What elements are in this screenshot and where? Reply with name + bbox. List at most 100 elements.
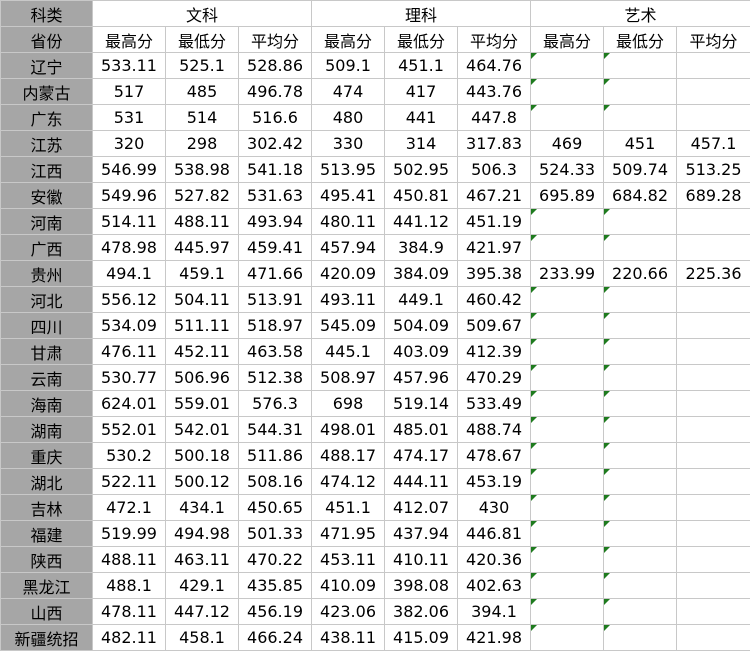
wen-max-cell[interactable]: 530.2: [92, 442, 166, 469]
wen-avg-cell[interactable]: 466.24: [237, 624, 313, 651]
yi-min-cell[interactable]: [603, 52, 678, 79]
li-avg-cell[interactable]: 509.67: [457, 312, 532, 339]
yi-max-cell[interactable]: [530, 338, 605, 365]
wen-avg-cell[interactable]: 511.86: [237, 442, 313, 469]
wen-min-cell[interactable]: 458.1: [165, 624, 239, 651]
yi-max-cell[interactable]: [530, 546, 605, 573]
wen-min-cell[interactable]: 434.1: [165, 494, 239, 521]
wen-max-cell[interactable]: 624.01: [92, 390, 166, 417]
li-max-cell[interactable]: 457.94: [311, 234, 386, 261]
yi-avg-cell[interactable]: [676, 442, 750, 469]
li-min-cell[interactable]: 504.09: [384, 312, 459, 339]
wen-max-cell[interactable]: 556.12: [92, 286, 166, 313]
subheader-min[interactable]: 最低分: [165, 26, 239, 53]
li-avg-cell[interactable]: 464.76: [457, 52, 532, 79]
yi-avg-cell[interactable]: [676, 572, 750, 599]
province-cell[interactable]: 吉林: [0, 494, 93, 521]
wen-avg-cell[interactable]: 496.78: [237, 78, 313, 105]
wen-max-cell[interactable]: 552.01: [92, 416, 166, 443]
wen-min-cell[interactable]: 429.1: [165, 572, 239, 599]
yi-avg-cell[interactable]: [676, 520, 750, 547]
yi-min-cell[interactable]: [603, 416, 678, 443]
yi-avg-cell[interactable]: [676, 78, 750, 105]
yi-max-cell[interactable]: [530, 624, 605, 651]
province-cell[interactable]: 山西: [0, 598, 93, 625]
province-label[interactable]: 省份: [0, 26, 93, 53]
li-min-cell[interactable]: 437.94: [384, 520, 459, 547]
province-cell[interactable]: 江苏: [0, 130, 93, 157]
li-max-cell[interactable]: 438.11: [311, 624, 386, 651]
yi-min-cell[interactable]: 220.66: [603, 260, 678, 287]
li-avg-cell[interactable]: 402.63: [457, 572, 532, 599]
wen-avg-cell[interactable]: 302.42: [237, 130, 313, 157]
wen-max-cell[interactable]: 531: [92, 104, 166, 131]
yi-max-cell[interactable]: [530, 390, 605, 417]
group-header-wen[interactable]: 文科: [91, 0, 313, 27]
li-avg-cell[interactable]: 533.49: [457, 390, 532, 417]
yi-avg-cell[interactable]: [676, 234, 750, 261]
li-min-cell[interactable]: 403.09: [384, 338, 459, 365]
li-avg-cell[interactable]: 412.39: [457, 338, 532, 365]
yi-max-cell[interactable]: [530, 572, 605, 599]
yi-max-cell[interactable]: [530, 312, 605, 339]
wen-min-cell[interactable]: 445.97: [165, 234, 239, 261]
li-avg-cell[interactable]: 446.81: [457, 520, 532, 547]
yi-max-cell[interactable]: [530, 78, 605, 105]
wen-min-cell[interactable]: 298: [165, 130, 239, 157]
wen-min-cell[interactable]: 500.12: [165, 468, 239, 495]
li-min-cell[interactable]: 474.17: [384, 442, 459, 469]
province-cell[interactable]: 广东: [0, 104, 93, 131]
wen-max-cell[interactable]: 534.09: [92, 312, 166, 339]
wen-avg-cell[interactable]: 508.16: [237, 468, 313, 495]
li-max-cell[interactable]: 493.11: [311, 286, 386, 313]
yi-max-cell[interactable]: [530, 52, 605, 79]
li-min-cell[interactable]: 444.11: [384, 468, 459, 495]
yi-avg-cell[interactable]: [676, 312, 750, 339]
wen-avg-cell[interactable]: 528.86: [237, 52, 313, 79]
yi-avg-cell[interactable]: 689.28: [676, 182, 750, 209]
province-cell[interactable]: 甘肃: [0, 338, 93, 365]
li-max-cell[interactable]: 498.01: [311, 416, 386, 443]
li-max-cell[interactable]: 480: [311, 104, 386, 131]
li-avg-cell[interactable]: 506.3: [457, 156, 532, 183]
province-cell[interactable]: 广西: [0, 234, 93, 261]
li-avg-cell[interactable]: 467.21: [457, 182, 532, 209]
yi-min-cell[interactable]: 451: [603, 130, 678, 157]
li-min-cell[interactable]: 382.06: [384, 598, 459, 625]
yi-max-cell[interactable]: [530, 286, 605, 313]
li-min-cell[interactable]: 384.9: [384, 234, 459, 261]
li-avg-cell[interactable]: 451.19: [457, 208, 532, 235]
province-cell[interactable]: 云南: [0, 364, 93, 391]
yi-min-cell[interactable]: [603, 208, 678, 235]
province-cell[interactable]: 贵州: [0, 260, 93, 287]
li-avg-cell[interactable]: 443.76: [457, 78, 532, 105]
wen-max-cell[interactable]: 530.77: [92, 364, 166, 391]
li-min-cell[interactable]: 451.1: [384, 52, 459, 79]
yi-avg-cell[interactable]: [676, 494, 750, 521]
li-max-cell[interactable]: 474.12: [311, 468, 386, 495]
yi-min-cell[interactable]: 509.74: [603, 156, 678, 183]
wen-max-cell[interactable]: 522.11: [92, 468, 166, 495]
yi-avg-cell[interactable]: [676, 286, 750, 313]
subheader-avg[interactable]: 平均分: [237, 26, 313, 53]
yi-min-cell[interactable]: [603, 442, 678, 469]
province-cell[interactable]: 湖北: [0, 468, 93, 495]
yi-min-cell[interactable]: [603, 494, 678, 521]
yi-min-cell[interactable]: [603, 104, 678, 131]
subheader-max[interactable]: 最高分: [530, 26, 605, 53]
li-max-cell[interactable]: 330: [311, 130, 386, 157]
wen-min-cell[interactable]: 525.1: [165, 52, 239, 79]
yi-min-cell[interactable]: [603, 624, 678, 651]
li-min-cell[interactable]: 410.11: [384, 546, 459, 573]
li-avg-cell[interactable]: 394.1: [457, 598, 532, 625]
yi-max-cell[interactable]: [530, 520, 605, 547]
yi-max-cell[interactable]: [530, 442, 605, 469]
li-min-cell[interactable]: 519.14: [384, 390, 459, 417]
li-min-cell[interactable]: 449.1: [384, 286, 459, 313]
province-cell[interactable]: 河南: [0, 208, 93, 235]
yi-avg-cell[interactable]: [676, 364, 750, 391]
li-min-cell[interactable]: 441: [384, 104, 459, 131]
yi-max-cell[interactable]: [530, 364, 605, 391]
subheader-avg[interactable]: 平均分: [457, 26, 532, 53]
wen-min-cell[interactable]: 447.12: [165, 598, 239, 625]
